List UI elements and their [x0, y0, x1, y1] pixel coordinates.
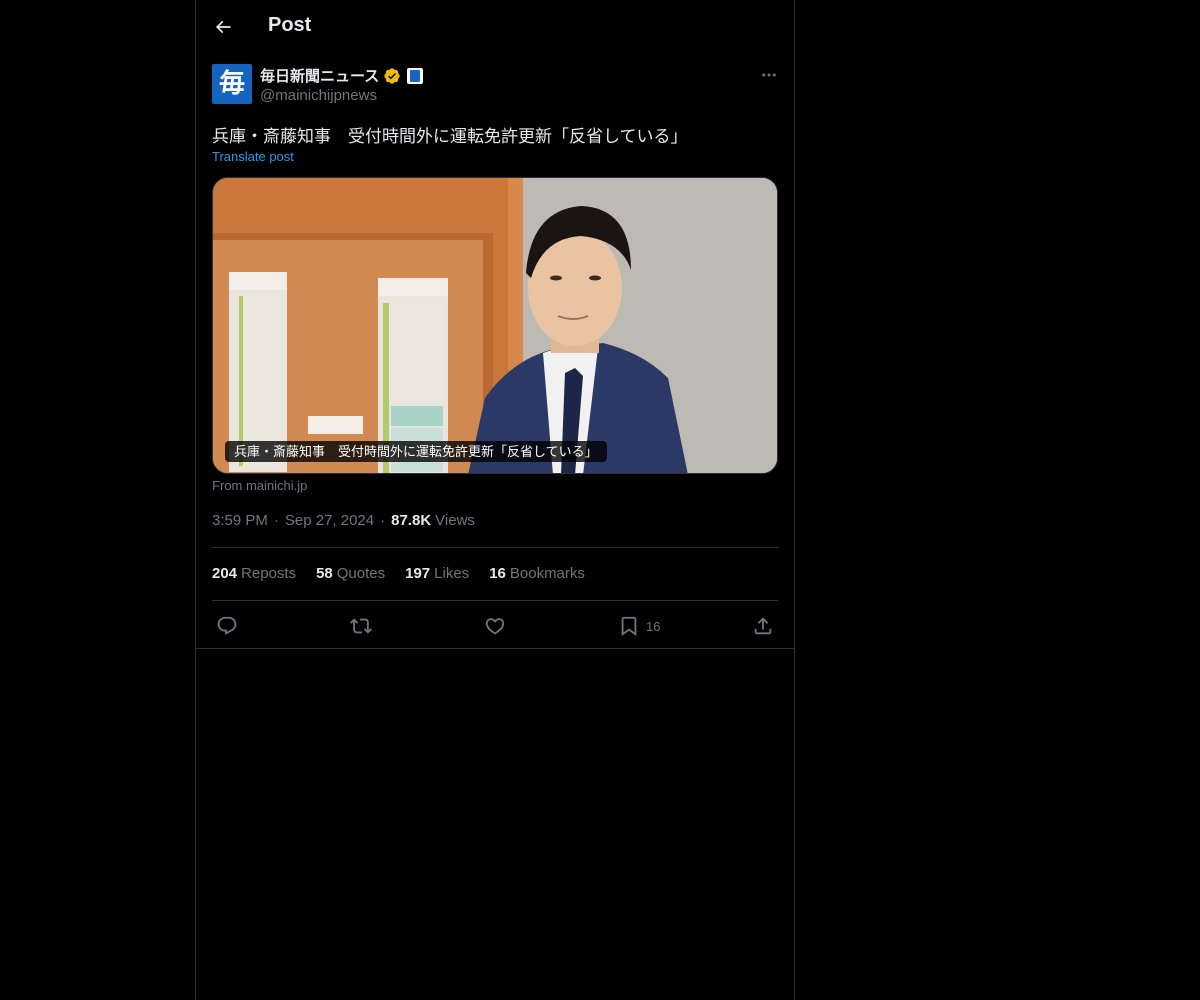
- back-button[interactable]: [206, 10, 240, 44]
- author-name[interactable]: 毎日新聞ニュース: [260, 65, 379, 86]
- bookmarks-count: 16: [489, 565, 506, 582]
- page-header: Post: [196, 0, 794, 53]
- page-title: Post: [268, 14, 312, 36]
- author-name-row: 毎日新聞ニュース: [260, 65, 424, 86]
- share-button[interactable]: [752, 612, 774, 640]
- post-column: Post 毎 毎日新聞ニュース @mainichijpnews 兵庫・斎藤知事 …: [195, 0, 795, 1000]
- divider: [212, 600, 778, 601]
- translate-post-link[interactable]: Translate post: [212, 149, 294, 164]
- source-domain-link[interactable]: From mainichi.jp: [212, 478, 307, 493]
- bookmarks-label: Bookmarks: [509, 565, 585, 582]
- more-icon: [762, 73, 776, 77]
- repost-button[interactable]: [350, 612, 372, 640]
- meta-separator: ·: [273, 512, 279, 529]
- arrow-left-icon: [215, 20, 231, 34]
- bookmark-button[interactable]: 16: [618, 612, 660, 640]
- quotes-count: 58: [316, 565, 333, 582]
- post-text: 兵庫・斎藤知事 受付時間外に運転免許更新「反省している」: [212, 127, 688, 146]
- like-button[interactable]: [484, 612, 506, 640]
- bookmark-icon: [621, 616, 637, 637]
- affiliate-badge-icon[interactable]: [407, 67, 424, 84]
- post-meta: 3:59 PM · Sep 27, 2024 · 87.8K Views: [212, 512, 475, 529]
- like-icon: [485, 618, 505, 635]
- views-count: 87.8K: [391, 512, 432, 529]
- quotes-stat[interactable]: 58 Quotes: [316, 565, 385, 582]
- engagement-stats: 204 Reposts 58 Quotes 197 Likes 16 Bookmarks: [212, 565, 605, 582]
- bookmarks-stat[interactable]: 16 Bookmarks: [489, 565, 585, 582]
- meta-separator: ·: [380, 512, 386, 529]
- verified-badge-icon[interactable]: [383, 67, 401, 85]
- reposts-stat[interactable]: 204 Reposts: [212, 565, 296, 582]
- views-label: Views: [435, 512, 475, 529]
- quotes-label: Quotes: [336, 565, 386, 582]
- reposts-label: Reposts: [241, 565, 297, 582]
- link-preview-card[interactable]: 兵庫・斎藤知事 受付時間外に運転免許更新「反省している」: [212, 177, 778, 474]
- avatar[interactable]: 毎: [212, 64, 252, 104]
- repost-icon: [350, 618, 372, 634]
- likes-count: 197: [405, 565, 431, 582]
- bookmark-count: 16: [646, 618, 661, 634]
- share-icon: [754, 617, 772, 635]
- post-time[interactable]: 3:59 PM: [212, 512, 268, 529]
- likes-stat[interactable]: 197 Likes: [405, 565, 469, 582]
- divider: [212, 547, 778, 548]
- reply-icon: [217, 616, 237, 635]
- reposts-count: 204: [212, 565, 238, 582]
- likes-label: Likes: [434, 565, 470, 582]
- preview-image: [213, 178, 777, 473]
- preview-caption: 兵庫・斎藤知事 受付時間外に運転免許更新「反省している」: [225, 441, 607, 462]
- author-handle[interactable]: @mainichijpnews: [260, 87, 377, 104]
- post-bottom-border: [196, 648, 794, 649]
- more-options-button[interactable]: [754, 62, 784, 88]
- reply-button[interactable]: [216, 612, 238, 640]
- affiliate-logo: [410, 69, 421, 82]
- post-date[interactable]: Sep 27, 2024: [285, 512, 374, 529]
- avatar-logo: 毎: [218, 69, 245, 99]
